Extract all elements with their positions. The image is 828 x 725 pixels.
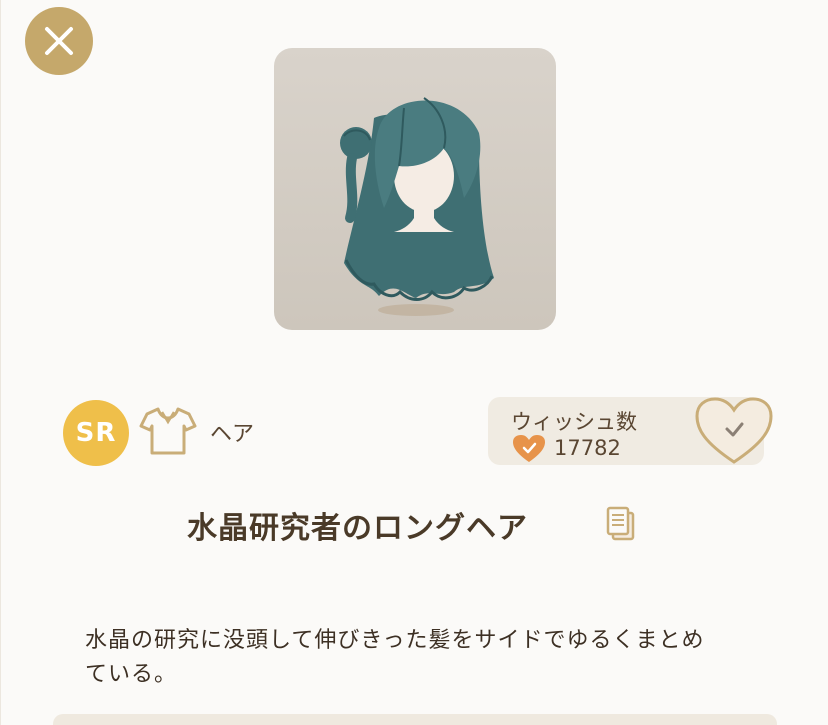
next-section-edge bbox=[53, 714, 777, 725]
wishlist-button[interactable] bbox=[694, 396, 774, 466]
wishlist-count: 17782 bbox=[554, 436, 621, 460]
category-label: ヘア bbox=[210, 422, 255, 447]
item-preview-image bbox=[274, 48, 556, 330]
copy-icon[interactable] bbox=[606, 506, 636, 542]
close-icon bbox=[45, 27, 73, 55]
item-name: 水晶研究者のロングヘア bbox=[187, 511, 528, 546]
hair-illustration bbox=[340, 97, 494, 316]
heart-check-icon bbox=[513, 435, 545, 462]
heart-check-outline-icon bbox=[695, 397, 773, 464]
shirt-icon bbox=[139, 407, 197, 455]
item-description: 水晶の研究に没頭して伸びきった髪をサイドでゆるくまとめている。 bbox=[85, 628, 705, 687]
wishlist-label: ウィッシュ数 bbox=[511, 410, 637, 434]
rarity-badge: SR bbox=[63, 400, 129, 466]
item-detail-sheet: SR ヘア ウィッシュ数 17782 水晶研究者のロングヘア 水晶の研究に没頭し… bbox=[0, 0, 828, 725]
close-button[interactable] bbox=[25, 7, 93, 75]
